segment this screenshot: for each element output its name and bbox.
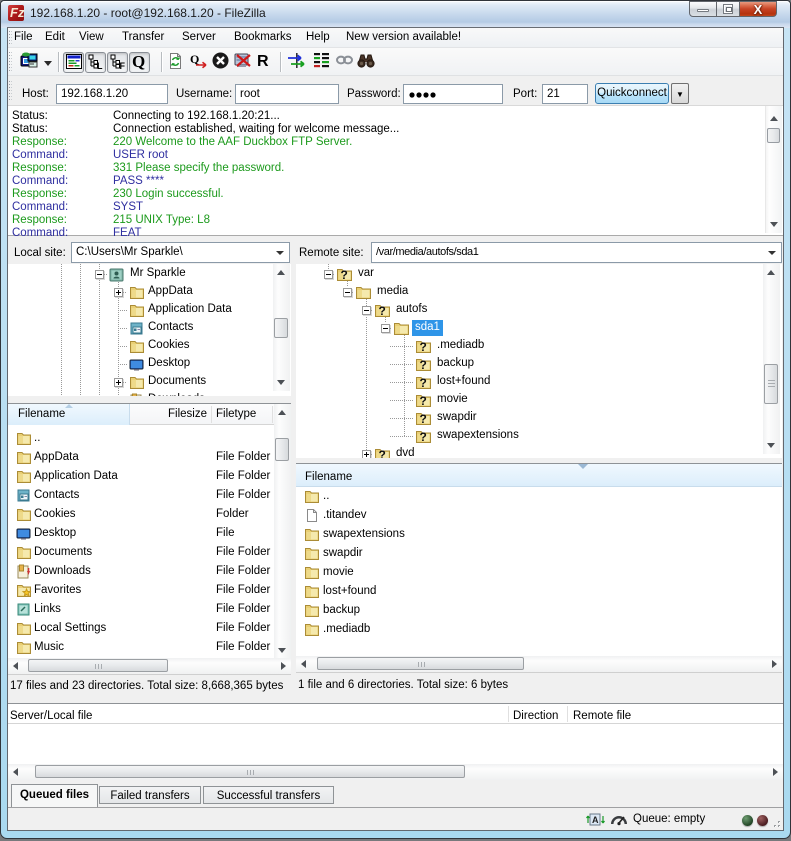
svg-text:Q: Q bbox=[190, 52, 199, 66]
svg-text:L: L bbox=[97, 61, 103, 70]
svg-text:R: R bbox=[257, 53, 269, 70]
svg-text:A: A bbox=[592, 815, 599, 825]
svg-text:F: F bbox=[120, 61, 126, 70]
svg-text:Q: Q bbox=[132, 52, 145, 71]
